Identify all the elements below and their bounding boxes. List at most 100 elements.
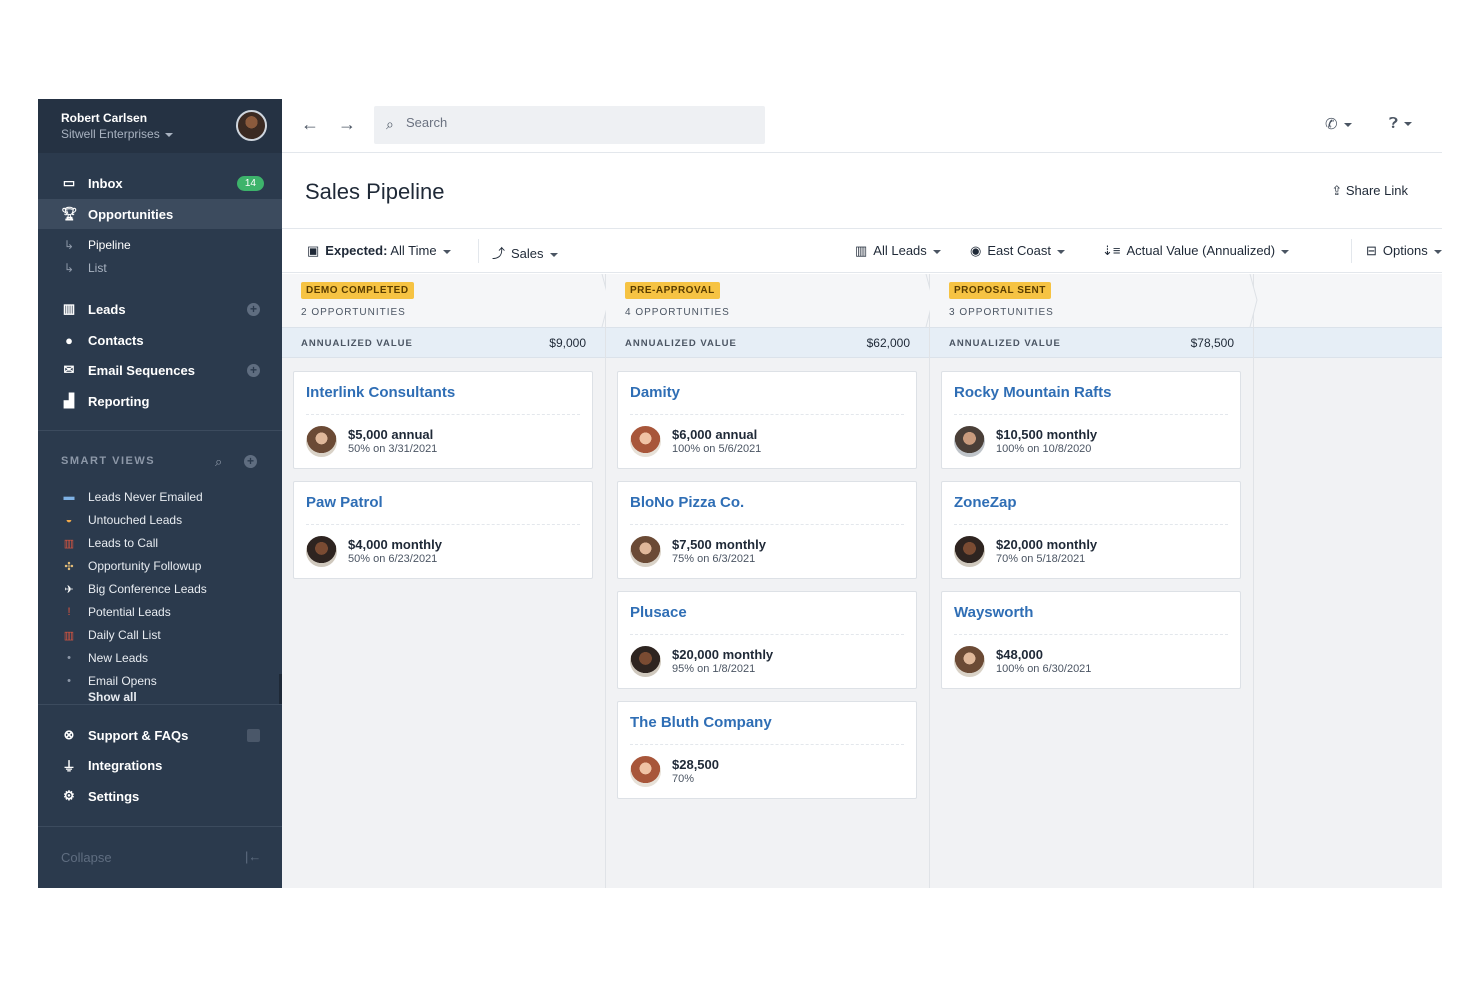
search-input[interactable] <box>406 115 746 130</box>
sidebar-item-integrations[interactable]: ⏚ Integrations <box>38 750 282 780</box>
chevron-down-icon <box>1433 249 1442 254</box>
collapse-icon[interactable]: |← <box>245 849 261 864</box>
phone-menu[interactable]: ✆ <box>1325 115 1352 133</box>
sidebar-item-reporting[interactable]: ▟ Reporting <box>38 386 282 416</box>
opportunity-card[interactable]: BloNo Pizza Co. $7,500 monthly 75% on 6/3/… <box>617 481 917 579</box>
card-divider <box>630 744 904 745</box>
smart-view-label: Leads Never Emailed <box>88 490 203 504</box>
column-header: DEMO COMPLETED 2 OPPORTUNITIES <box>282 274 605 327</box>
annualized-value-label: ANNUALIZED VALUE <box>949 338 1061 349</box>
opportunity-count: 4 OPPORTUNITIES <box>625 307 730 318</box>
help-menu[interactable]: ❓︎ <box>1389 115 1413 132</box>
show-all-label: Show all <box>88 690 137 702</box>
lead-name-link[interactable]: BloNo Pizza Co. <box>630 494 744 511</box>
smart-view-label: Untouched Leads <box>88 513 183 527</box>
options-menu[interactable]: ⊟ Options <box>1366 243 1442 259</box>
sidebar-item-email-sequences[interactable]: ✉ Email Sequences + <box>38 355 282 385</box>
add-lead-icon[interactable]: + <box>247 302 260 316</box>
smart-view-item[interactable]: ▬ Leads Never Emailed <box>38 486 282 508</box>
sidebar-divider <box>38 826 282 827</box>
opportunity-card[interactable]: Waysworth $48,000 100% on 6/30/2021 <box>941 591 1241 689</box>
sidebar-item-label: Pipeline <box>88 238 131 252</box>
sidebar-item-leads[interactable]: ▥ Leads + <box>38 294 282 324</box>
share-link-button[interactable]: ⇪ Share Link <box>1331 183 1408 199</box>
pipeline-filter[interactable]: ⤴ Sales <box>492 243 558 262</box>
chevron-down-icon <box>1343 123 1352 128</box>
smart-view-item[interactable]: ✈ Big Conference Leads <box>38 578 282 600</box>
chevron-down-icon <box>164 132 173 137</box>
column-header: PROPOSAL SENT 3 OPPORTUNITIES <box>930 274 1253 327</box>
options-icon: ⊟ <box>1366 243 1377 258</box>
show-all-link[interactable]: Show all <box>38 690 282 702</box>
sidebar-item-label: Integrations <box>88 757 163 773</box>
opportunity-card[interactable]: Paw Patrol $4,000 monthly 50% on 6/23/2021 <box>293 481 593 579</box>
lead-name-link[interactable]: ZoneZap <box>954 494 1017 511</box>
opportunity-card[interactable]: The Bluth Company $28,500 70% <box>617 701 917 799</box>
expected-filter[interactable]: ▣ Expected: All Time <box>307 243 451 259</box>
sidebar-item-inbox[interactable]: ▭ Inbox 14 <box>38 168 282 198</box>
lead-name-link[interactable]: Plusace <box>630 604 687 621</box>
sidebar: Robert Carlsen Sitwell Enterprises ▭ Inb… <box>38 99 282 888</box>
dot-icon: • <box>67 652 71 664</box>
smart-views-heading: SMART VIEWS <box>61 455 156 467</box>
opportunity-confidence-date: 95% on 1/8/2021 <box>672 663 756 675</box>
share-link-label: Share Link <box>1345 183 1408 198</box>
smart-view-item[interactable]: • Email Opens <box>38 670 282 692</box>
opportunity-card[interactable]: Rocky Mountain Rafts $10,500 monthly 100% … <box>941 371 1241 469</box>
sidebar-item-pipeline[interactable]: ↳ Pipeline <box>38 234 282 256</box>
region-filter[interactable]: ◉ East Coast <box>970 243 1065 259</box>
lead-name-link[interactable]: Interlink Consultants <box>306 384 455 401</box>
lead-name-link[interactable]: The Bluth Company <box>630 714 772 731</box>
user-switcher[interactable]: Robert Carlsen Sitwell Enterprises <box>38 99 282 153</box>
chevron-down-icon <box>932 249 941 254</box>
leads-filter[interactable]: ▥ All Leads <box>855 243 941 259</box>
org-name[interactable]: Sitwell Enterprises <box>61 127 173 141</box>
person-icon: ● <box>65 332 73 348</box>
lifebuoy-icon: ⊗ <box>63 727 75 742</box>
smart-view-item[interactable]: ▥ Leads to Call <box>38 532 282 554</box>
org-label: Sitwell Enterprises <box>61 127 160 141</box>
smart-view-item[interactable]: ✣ Opportunity Followup <box>38 555 282 577</box>
sidebar-divider <box>38 430 282 431</box>
opportunity-card[interactable]: ZoneZap $20,000 monthly 70% on 5/18/2021 <box>941 481 1241 579</box>
sidebar-item-list[interactable]: ↳ List <box>38 257 282 279</box>
smart-view-item[interactable]: ! Potential Leads <box>38 601 282 623</box>
smart-view-item[interactable]: ▥ Daily Call List <box>38 624 282 646</box>
opportunity-card[interactable]: Plusace $20,000 monthly 95% on 1/8/2021 <box>617 591 917 689</box>
add-smart-view-icon[interactable]: + <box>244 455 257 468</box>
back-arrow-icon[interactable]: ← <box>301 114 319 135</box>
opportunity-confidence-date: 100% on 5/6/2021 <box>672 443 762 455</box>
opportunity-card[interactable]: Damity $6,000 annual 100% on 5/6/2021 <box>617 371 917 469</box>
opportunity-confidence-date: 70% <box>672 773 695 785</box>
column-value-row: ANNUALIZED VALUE $9,000 <box>282 327 605 358</box>
user-avatar[interactable] <box>236 110 267 141</box>
sidebar-item-contacts[interactable]: ● Contacts <box>38 325 282 355</box>
search-box[interactable]: ⌕ <box>374 106 765 144</box>
sidebar-item-settings[interactable]: ⚙ Settings <box>38 781 282 811</box>
contact-avatar <box>306 426 337 457</box>
sidebar-divider <box>38 704 282 705</box>
sidebar-item-opportunities[interactable]: 🏆︎ Opportunities <box>38 199 282 229</box>
lead-name-link[interactable]: Damity <box>630 384 680 401</box>
opportunity-amount: $28,500 <box>672 757 719 772</box>
lead-name-link[interactable]: Waysworth <box>954 604 1033 621</box>
opportunity-confidence-date: 70% on 5/18/2021 <box>996 553 1086 565</box>
lead-name-link[interactable]: Paw Patrol <box>306 494 383 511</box>
card-divider <box>306 414 580 415</box>
sidebar-item-support[interactable]: ⊗ Support & FAQs <box>38 720 282 750</box>
forward-arrow-icon[interactable]: → <box>338 114 356 135</box>
opportunity-card[interactable]: Interlink Consultants $5,000 annual 50% on… <box>293 371 593 469</box>
search-icon[interactable]: ⌕ <box>215 454 222 470</box>
sort-filter[interactable]: ⇣≡ Actual Value (Annualized) <box>1102 243 1290 259</box>
contact-avatar <box>954 426 985 457</box>
chevron-down-icon <box>1056 249 1065 254</box>
sidebar-item-label: Email Sequences <box>88 362 195 378</box>
add-sequence-icon[interactable]: + <box>247 363 260 377</box>
collapse-button[interactable]: Collapse <box>61 850 112 865</box>
smart-view-item[interactable]: ◒ Untouched Leads <box>38 509 282 531</box>
opportunity-confidence-date: 50% on 3/31/2021 <box>348 443 438 455</box>
smart-view-item[interactable]: • New Leads <box>38 647 282 669</box>
smart-view-label: Email Opens <box>88 674 157 688</box>
column-header: PRE-APPROVAL 4 OPPORTUNITIES <box>606 274 929 327</box>
lead-name-link[interactable]: Rocky Mountain Rafts <box>954 384 1112 401</box>
